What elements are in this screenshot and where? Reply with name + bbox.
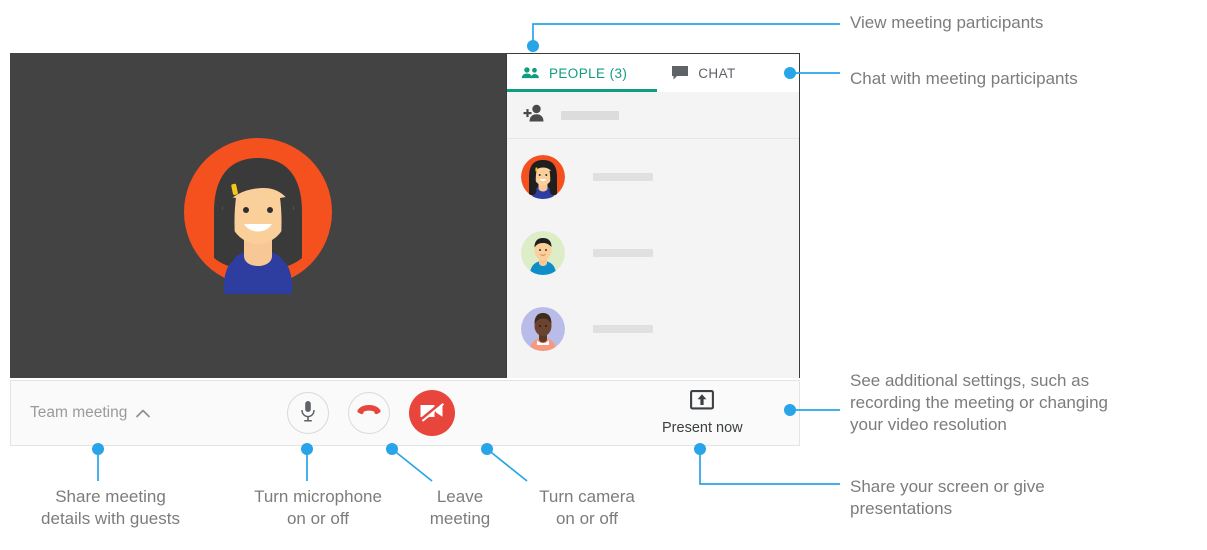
more-options-button[interactable] — [771, 381, 797, 445]
add-person-placeholder-bar — [561, 110, 619, 120]
annotation-turn-camera: Turn camera on or off — [539, 487, 635, 528]
meet-app-window: PEOPLE (3) CHAT Team meeting Present now — [10, 53, 800, 446]
chevron-up-icon — [136, 409, 151, 418]
tab-people[interactable]: PEOPLE (3) — [507, 54, 643, 92]
participant-row[interactable] — [507, 291, 799, 367]
annotation-chat-participants: Chat with meeting participants — [850, 69, 1078, 88]
camera-off-icon — [418, 400, 446, 427]
annotation-view-participants: View meeting participants — [850, 13, 1044, 32]
callout-dot-people — [527, 40, 539, 52]
annotation-turn-microphone: Turn microphone on or off — [254, 487, 382, 528]
participant-name-placeholder — [593, 325, 653, 333]
call-controls — [287, 381, 455, 445]
participant-name-placeholder — [593, 173, 653, 181]
annotation-share-screen: Share your screen or give presentations — [850, 477, 1045, 518]
annotation-leave-meeting: Leave meeting — [429, 487, 491, 528]
present-now-label: Present now — [662, 420, 743, 436]
participant-row[interactable] — [507, 139, 799, 215]
avatar — [521, 155, 565, 199]
add-person-icon — [523, 104, 547, 127]
people-chat-side-panel: PEOPLE (3) CHAT — [506, 53, 800, 378]
microphone-button[interactable] — [287, 392, 329, 434]
tab-chat-label: CHAT — [698, 65, 736, 81]
participant-row[interactable] — [507, 215, 799, 291]
leave-meeting-button[interactable] — [348, 392, 390, 434]
chat-bubble-icon — [671, 65, 689, 81]
tab-chat[interactable]: CHAT — [643, 54, 751, 92]
camera-button[interactable] — [409, 390, 455, 436]
video-stage — [10, 53, 506, 378]
present-now-button[interactable]: Present now — [662, 381, 743, 445]
add-person-row[interactable] — [507, 92, 799, 139]
annotation-additional-settings: See additional settings, such as recordi… — [850, 371, 1108, 434]
hang-up-phone-icon — [357, 404, 381, 422]
tab-people-label: PEOPLE (3) — [549, 65, 628, 81]
present-screen-icon — [690, 390, 715, 417]
meeting-toolbar: Team meeting Present now — [10, 380, 800, 446]
panel-tab-bar: PEOPLE (3) CHAT — [507, 54, 799, 92]
tab-active-underline — [507, 89, 657, 92]
meeting-name-label: Team meeting — [30, 404, 128, 421]
avatar — [521, 231, 565, 275]
avatar — [521, 307, 565, 351]
annotation-share-meeting: Share meeting details with guests — [41, 487, 180, 528]
participant-name-placeholder — [593, 249, 653, 257]
people-icon — [521, 66, 540, 80]
stage-avatar-illustration — [184, 137, 332, 294]
meeting-name-button[interactable]: Team meeting — [30, 404, 151, 422]
microphone-icon — [300, 400, 316, 427]
